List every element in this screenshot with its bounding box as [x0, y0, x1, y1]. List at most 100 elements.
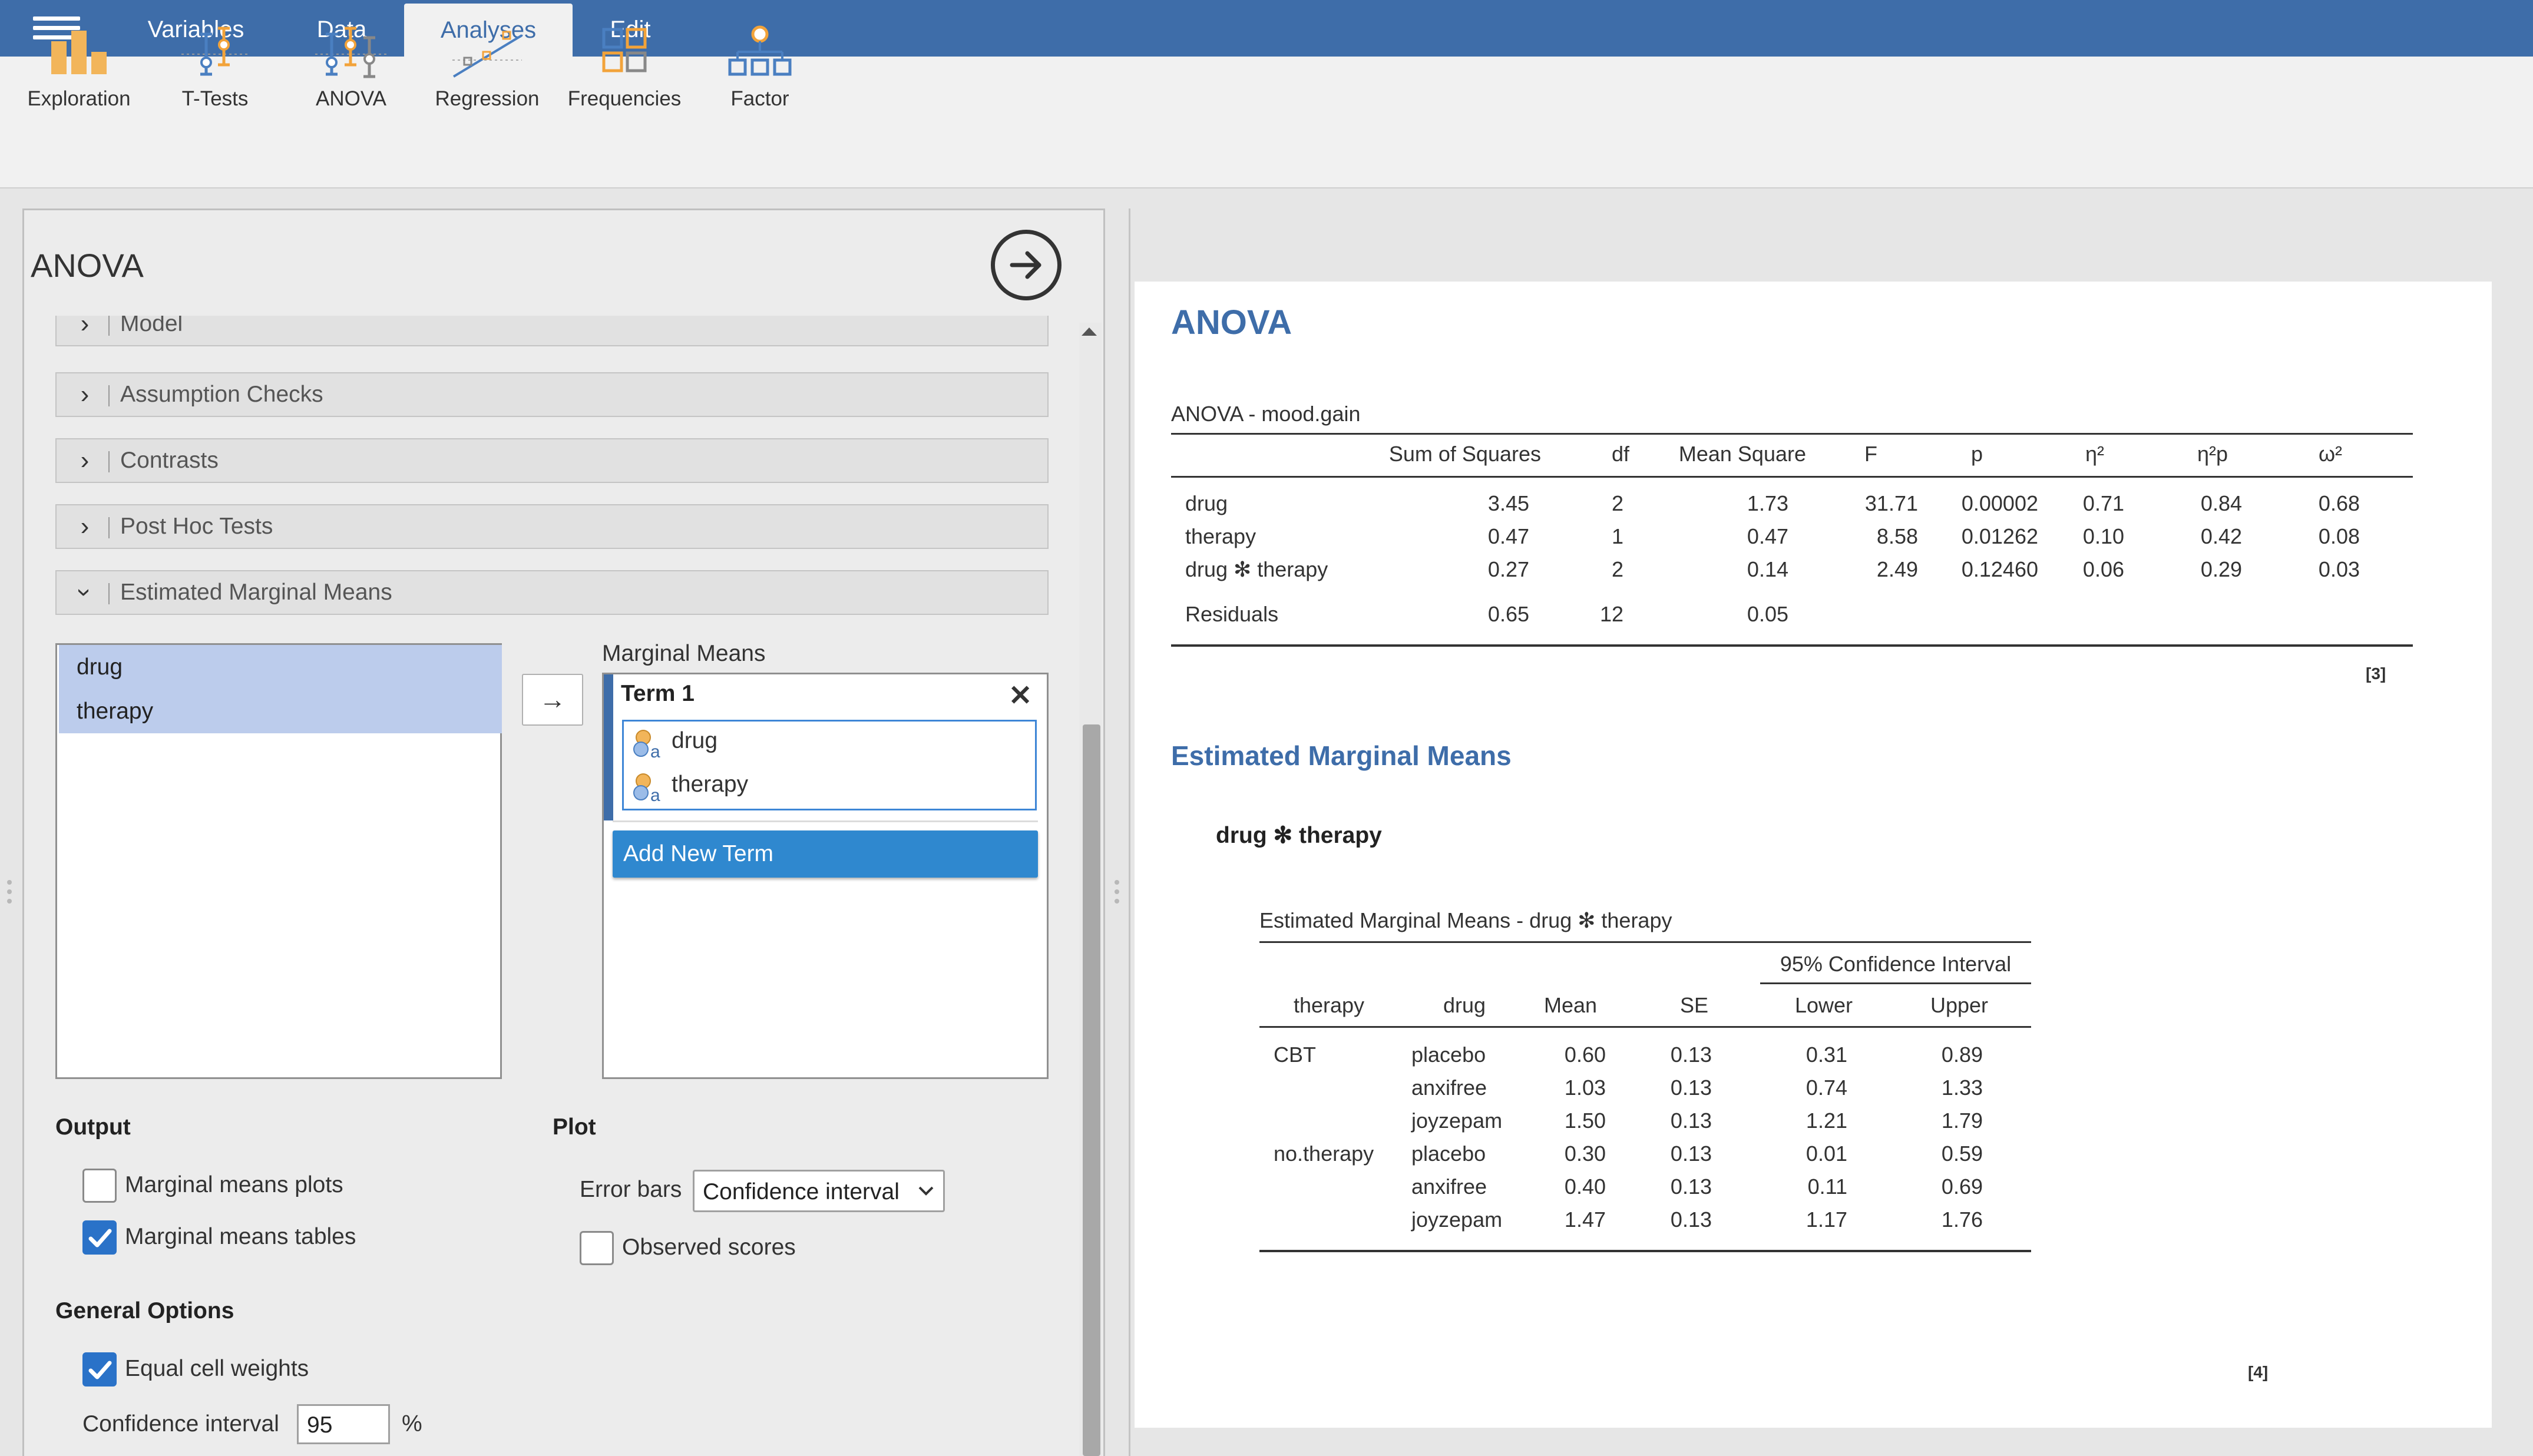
term-title: Term 1	[621, 681, 695, 706]
column-header: Lower	[1794, 993, 1853, 1017]
equal-cell-weights-checkbox[interactable]	[82, 1352, 117, 1386]
results-page: ANOVA ANOVA - mood.gain Sum of Squares d…	[1135, 282, 2492, 1428]
t-tests-button[interactable]: T-Tests	[150, 24, 280, 124]
left-resize-handle[interactable]	[7, 880, 13, 909]
section-contrasts[interactable]: › Contrasts	[55, 438, 1049, 483]
run-arrow-button[interactable]	[991, 230, 1062, 300]
table-cell: 0.47	[1487, 524, 1529, 548]
divider	[613, 820, 1038, 822]
table-cell: 0.12460	[1961, 557, 2038, 581]
remove-term-close-icon[interactable]: ✕	[1008, 682, 1032, 710]
emm-table-title: Estimated Marginal Means - drug ✻ therap…	[1259, 908, 1672, 932]
table-cell: 2	[1611, 557, 1623, 581]
table-rule	[1171, 644, 2413, 647]
error-bars-label: Error bars	[580, 1177, 682, 1202]
factor-icon	[722, 24, 798, 82]
exploration-button[interactable]: Exploration	[14, 24, 144, 124]
table-cell: placebo	[1411, 1141, 1486, 1166]
exploration-icon	[41, 24, 117, 82]
scrollbar-thumb[interactable]	[1083, 724, 1100, 1456]
table-cell: 0.69	[1941, 1174, 1983, 1199]
table-cell: 0.08	[2318, 524, 2360, 548]
section-model[interactable]: › Model	[55, 316, 1049, 346]
table-cell: 0.65	[1487, 602, 1529, 626]
chevron-right-icon: ›	[80, 316, 90, 338]
options-title: ANOVA	[31, 247, 144, 284]
t-tests-icon	[177, 24, 253, 82]
table-cell: placebo	[1411, 1043, 1486, 1067]
error-bars-value: Confidence interval	[703, 1179, 900, 1204]
arrow-right-icon: →	[539, 684, 566, 714]
move-to-terms-button[interactable]: →	[522, 674, 583, 726]
table-cell: joyzepam	[1411, 1207, 1503, 1232]
observed-scores-checkbox[interactable]	[580, 1231, 614, 1265]
marginal-means-tables-label: Marginal means tables	[125, 1224, 356, 1249]
section-title: Contrasts	[120, 448, 219, 473]
table-cell: 2	[1611, 491, 1623, 515]
column-header: Mean	[1543, 993, 1598, 1017]
table-rule	[1259, 941, 1760, 943]
table-cell: 0.01262	[1961, 524, 2038, 548]
table-rule	[1760, 982, 2031, 984]
section-assumption-checks[interactable]: › Assumption Checks	[55, 372, 1049, 417]
arrow-right-icon	[1010, 251, 1041, 279]
column-header: df	[1611, 442, 1629, 466]
general-options-heading: General Options	[55, 1298, 234, 1323]
column-header: p	[1970, 442, 1983, 466]
column-header: SE	[1679, 993, 1709, 1017]
table-cell: 1.76	[1941, 1207, 1983, 1232]
ci-header: 95% Confidence Interval	[1780, 952, 2012, 976]
factor-button[interactable]: Factor	[695, 24, 825, 124]
term-variable-drug[interactable]: drug	[672, 728, 717, 754]
section-title: Post Hoc Tests	[120, 514, 273, 539]
plot-heading: Plot	[553, 1114, 596, 1140]
table-cell: 1.50	[1564, 1108, 1606, 1133]
regression-button[interactable]: Regression	[422, 24, 552, 124]
table-cell: 1.17	[1805, 1207, 1847, 1232]
confidence-interval-input[interactable]: 95	[297, 1404, 390, 1444]
term-variable-therapy[interactable]: therapy	[672, 772, 748, 798]
panel-divider[interactable]	[1106, 209, 1129, 1456]
add-new-term-button[interactable]: Add New Term	[613, 830, 1038, 878]
column-header: F	[1864, 442, 1877, 466]
checkmark-icon	[88, 1361, 112, 1379]
table-rule	[1171, 433, 2413, 435]
panel-divider-grip-icon[interactable]	[1115, 880, 1120, 909]
scroll-up-arrow-icon[interactable]	[1082, 327, 1097, 336]
table-cell: 0.27	[1487, 557, 1529, 581]
error-bars-select[interactable]: Confidence interval	[693, 1170, 945, 1212]
section-estimated-marginal-means[interactable]: › Estimated Marginal Means	[55, 570, 1049, 615]
table-cell: 2.49	[1876, 557, 1918, 581]
anova-button[interactable]: ANOVA	[286, 24, 416, 124]
column-header: ω²	[2318, 442, 2343, 466]
anova-icon	[313, 24, 389, 82]
table-rule	[1259, 1026, 2031, 1028]
table-rule	[1760, 941, 2031, 943]
table-cell: 0.74	[1805, 1076, 1847, 1100]
marginal-means-tables-checkbox[interactable]	[82, 1220, 117, 1255]
table-cell: 0.40	[1564, 1174, 1606, 1199]
chevron-down-icon	[917, 1184, 935, 1200]
emm-table-reference: [4]	[2248, 1363, 2269, 1381]
exploration-label: Exploration	[27, 87, 131, 110]
chevron-right-icon: ›	[80, 512, 90, 541]
equal-cell-weights-label: Equal cell weights	[125, 1356, 309, 1381]
table-cell: 1.21	[1805, 1108, 1847, 1133]
table-cell: 0.13	[1670, 1141, 1712, 1166]
available-variables-list[interactable]: drug therapy	[55, 643, 502, 1079]
section-post-hoc-tests[interactable]: › Post Hoc Tests	[55, 504, 1049, 549]
variable-item-drug[interactable]: drug	[59, 645, 502, 689]
anova-label: ANOVA	[316, 87, 386, 110]
table-cell: 0.01	[1805, 1141, 1847, 1166]
section-title: Model	[120, 316, 183, 336]
marginal-means-label: Marginal Means	[602, 641, 766, 666]
marginal-means-plots-checkbox[interactable]	[82, 1169, 117, 1203]
frequencies-button[interactable]: Frequencies	[560, 24, 689, 124]
table-cell: 0.05	[1747, 602, 1788, 626]
variable-item-therapy[interactable]: therapy	[59, 689, 502, 733]
table-cell: 0.13	[1670, 1207, 1712, 1232]
table-cell: 1	[1611, 524, 1623, 548]
section-title: Assumption Checks	[120, 382, 323, 407]
table-cell: 0.89	[1941, 1043, 1983, 1067]
regression-label: Regression	[435, 87, 540, 110]
